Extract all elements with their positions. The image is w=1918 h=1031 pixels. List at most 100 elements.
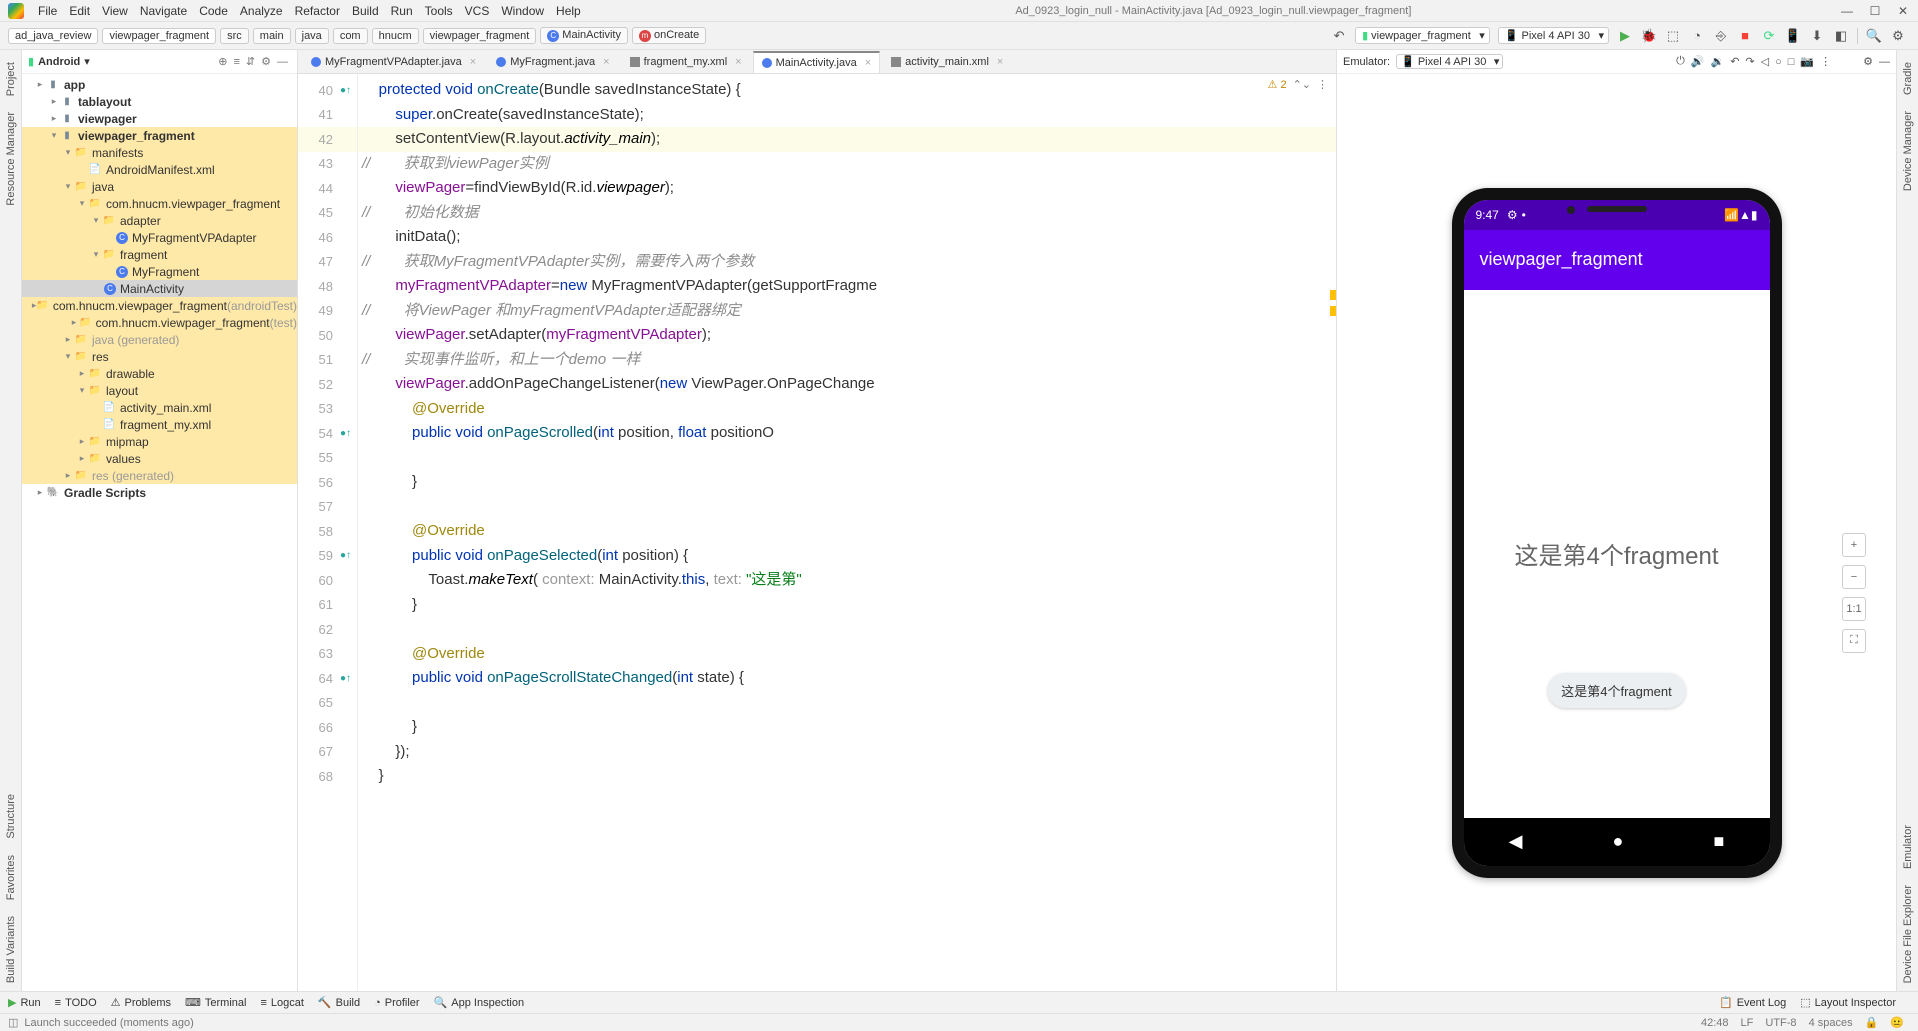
emu-settings-icon[interactable]: ⚙ xyxy=(1863,55,1873,68)
rotate-left-icon[interactable]: ↶ xyxy=(1730,55,1739,68)
maximize-button[interactable]: ☐ xyxy=(1868,4,1882,18)
tool-project[interactable]: Project xyxy=(5,62,17,96)
menu-run[interactable]: Run xyxy=(385,2,419,20)
override-gutter-icon[interactable]: ●↑ xyxy=(340,85,351,96)
crumb-main[interactable]: main xyxy=(253,28,291,44)
line-separator[interactable]: LF xyxy=(1741,1017,1754,1029)
menu-build[interactable]: Build xyxy=(346,2,385,20)
sdk-icon[interactable]: ⬇ xyxy=(1808,27,1826,45)
profile-icon[interactable]: ◔ xyxy=(1688,27,1706,45)
tool-event-log[interactable]: 📋Event Log xyxy=(1719,996,1786,1009)
run-button-icon[interactable]: ▶ xyxy=(1616,27,1634,45)
resource-icon[interactable]: ◧ xyxy=(1832,27,1850,45)
close-icon[interactable]: × xyxy=(470,56,476,68)
filter-icon[interactable]: ≡ xyxy=(233,56,239,68)
home-emu-icon[interactable]: ○ xyxy=(1775,56,1782,68)
debug-icon[interactable]: 🐞 xyxy=(1640,27,1658,45)
warning-badge[interactable]: ⚠ 2 xyxy=(1268,78,1287,91)
crumb-com[interactable]: com xyxy=(333,28,368,44)
overview-emu-icon[interactable]: □ xyxy=(1788,56,1795,68)
stop-icon[interactable]: ■ xyxy=(1736,27,1754,45)
chevron-down-icon[interactable]: ▾ xyxy=(84,55,90,68)
tool-profiler[interactable]: ◔Profiler xyxy=(374,997,420,1009)
zoom-in-button[interactable]: + xyxy=(1842,533,1866,557)
tool-layout-inspector[interactable]: ⬚Layout Inspector xyxy=(1800,996,1896,1009)
crumb-java[interactable]: java xyxy=(295,28,329,44)
nav-back-icon[interactable]: ◀ xyxy=(1509,831,1523,852)
tool-app-inspection[interactable]: 🔍App Inspection xyxy=(434,996,524,1009)
tool-build-variants[interactable]: Build Variants xyxy=(5,916,17,983)
tool-resource-manager[interactable]: Resource Manager xyxy=(5,112,17,206)
more-emu-icon[interactable]: ⋮ xyxy=(1820,55,1831,68)
more-icon[interactable]: ⋮ xyxy=(1317,78,1328,91)
menu-edit[interactable]: Edit xyxy=(63,2,96,20)
search-icon[interactable]: 🔍 xyxy=(1865,27,1883,45)
coverage-icon[interactable]: ⬚ xyxy=(1664,27,1682,45)
nav-home-icon[interactable]: ● xyxy=(1613,831,1624,852)
settings-icon[interactable]: ⚙ xyxy=(1889,27,1907,45)
menu-vcs[interactable]: VCS xyxy=(459,2,496,20)
sync-icon[interactable]: ⟳ xyxy=(1760,27,1778,45)
project-tree[interactable]: ▸▮app ▸▮tablayout ▸▮viewpager ▾▮viewpage… xyxy=(22,74,297,991)
menu-refactor[interactable]: Refactor xyxy=(289,2,346,20)
tool-problems[interactable]: ⚠Problems xyxy=(111,996,171,1009)
menu-code[interactable]: Code xyxy=(193,2,234,20)
tool-device-explorer[interactable]: Device File Explorer xyxy=(1902,885,1914,983)
volume-down-icon[interactable]: 🔉 xyxy=(1711,55,1725,68)
crumb-src[interactable]: src xyxy=(220,28,249,44)
nav-overview-icon[interactable]: ■ xyxy=(1714,831,1725,852)
tool-gradle[interactable]: Gradle xyxy=(1902,62,1914,95)
code-editor[interactable]: protected void onCreate(Bundle savedInst… xyxy=(358,74,1336,991)
crumb-project[interactable]: ad_java_review xyxy=(8,28,98,44)
tool-windows-icon[interactable]: ◫ xyxy=(8,1016,18,1029)
project-view-selector[interactable]: Android xyxy=(38,56,80,68)
back-emu-icon[interactable]: ◁ xyxy=(1761,55,1769,68)
editor-gutter[interactable]: 40●↑ 41 42 43 44 45 46 47 48 49 50 51 52… xyxy=(298,74,358,991)
zoom-out-button[interactable]: − xyxy=(1842,565,1866,589)
back-icon[interactable]: ↶ xyxy=(1330,27,1348,45)
lock-icon[interactable]: 🔒 xyxy=(1865,1016,1879,1029)
tool-favorites[interactable]: Favorites xyxy=(5,855,17,900)
power-icon[interactable]: ⏻ xyxy=(1676,55,1685,68)
inspection-face-icon[interactable]: 😐 xyxy=(1890,1016,1904,1029)
phone-screen[interactable]: 9:47 ⚙• 📶 ▲ ▮ viewpager_fragment 这是第4个fr… xyxy=(1464,200,1770,866)
tab-myfragment[interactable]: MyFragment.java× xyxy=(487,51,618,73)
zoom-reset-button[interactable]: ⛶ xyxy=(1842,629,1866,653)
crumb-pkg[interactable]: viewpager_fragment xyxy=(423,28,537,44)
emulator-device-dropdown[interactable]: 📱 Pixel 4 API 30 xyxy=(1396,54,1503,69)
emu-hide-icon[interactable]: — xyxy=(1879,56,1890,68)
tool-run[interactable]: ▶Run xyxy=(8,996,41,1009)
crumb-method[interactable]: monCreate xyxy=(632,27,706,44)
target-icon[interactable]: ⊕ xyxy=(218,55,227,68)
gear-icon[interactable]: ⚙ xyxy=(261,55,271,68)
screenshot-icon[interactable]: 📷 xyxy=(1800,55,1814,68)
tab-myfragmentvpadapter[interactable]: MyFragmentVPAdapter.java× xyxy=(302,51,485,73)
indent-setting[interactable]: 4 spaces xyxy=(1809,1017,1853,1029)
menu-help[interactable]: Help xyxy=(550,2,587,20)
attach-debugger-icon[interactable]: ⎆ xyxy=(1712,27,1730,45)
hide-icon[interactable]: — xyxy=(277,56,288,68)
tab-activity-main-xml[interactable]: activity_main.xml× xyxy=(882,51,1012,73)
tool-structure[interactable]: Structure xyxy=(5,794,17,839)
chevron-up-down-icon[interactable]: ⌃⌄ xyxy=(1293,78,1311,91)
minimize-button[interactable]: — xyxy=(1840,4,1854,18)
menu-view[interactable]: View xyxy=(96,2,134,20)
rotate-right-icon[interactable]: ↷ xyxy=(1745,55,1754,68)
crumb-module[interactable]: viewpager_fragment xyxy=(102,28,216,44)
device-dropdown[interactable]: 📱Pixel 4 API 30 xyxy=(1498,27,1609,44)
tool-build[interactable]: 🔨Build xyxy=(318,996,360,1009)
run-config-dropdown[interactable]: ▮viewpager_fragment xyxy=(1355,27,1490,44)
menu-file[interactable]: File xyxy=(32,2,63,20)
menu-analyze[interactable]: Analyze xyxy=(234,2,289,20)
tab-mainactivity[interactable]: MainActivity.java× xyxy=(753,51,881,73)
cursor-position[interactable]: 42:48 xyxy=(1701,1017,1729,1029)
file-encoding[interactable]: UTF-8 xyxy=(1765,1017,1796,1029)
tool-todo[interactable]: ≡TODO xyxy=(55,997,97,1009)
tool-terminal[interactable]: ⌨Terminal xyxy=(185,996,246,1009)
tool-logcat[interactable]: ≡Logcat xyxy=(260,997,303,1009)
tool-device-manager[interactable]: Device Manager xyxy=(1902,111,1914,191)
menu-window[interactable]: Window xyxy=(495,2,550,20)
collapse-icon[interactable]: ⇵ xyxy=(246,55,255,68)
tab-fragment-my-xml[interactable]: fragment_my.xml× xyxy=(621,51,751,73)
close-button[interactable]: ✕ xyxy=(1896,4,1910,18)
